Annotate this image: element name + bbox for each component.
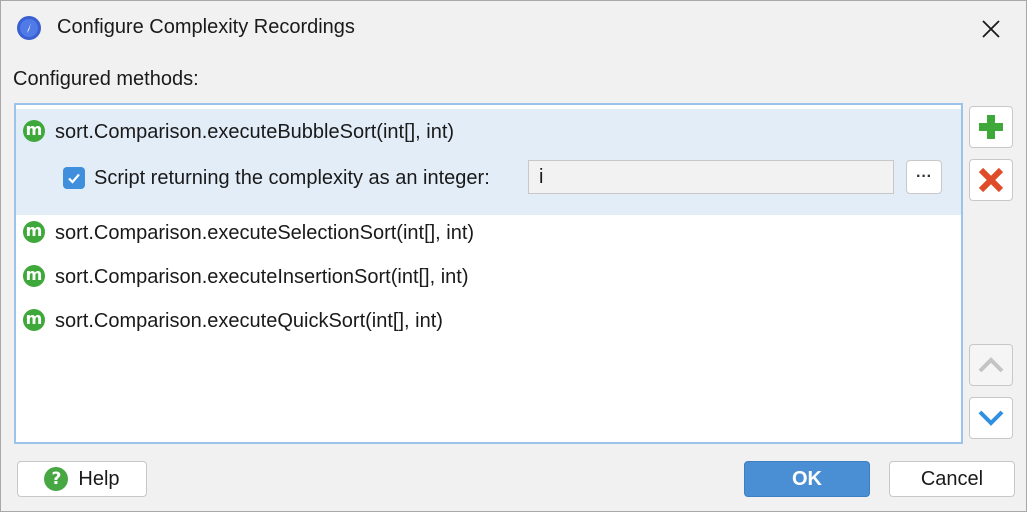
remove-method-button[interactable] (969, 159, 1013, 201)
close-button[interactable] (969, 9, 1013, 49)
script-label: Script returning the complexity as an in… (94, 167, 490, 189)
move-up-button[interactable] (969, 344, 1013, 386)
script-settings: Script returning the complexity as an in… (16, 153, 961, 215)
checkmark-icon (68, 173, 80, 184)
script-input[interactable]: i (528, 160, 894, 194)
window-title: Configure Complexity Recordings (57, 16, 355, 38)
help-button[interactable]: ? Help (17, 461, 147, 497)
title-bar: Configure Complexity Recordings (1, 1, 1026, 57)
list-item-selection-sort[interactable]: m sort.Comparison.executeSelectionSort(i… (16, 210, 961, 254)
script-browse-button[interactable]: ··· (906, 160, 942, 194)
method-icon: m (23, 265, 45, 287)
list-item-label: sort.Comparison.executeSelectionSort(int… (55, 222, 475, 244)
move-down-button[interactable] (969, 397, 1013, 439)
plus-icon (979, 115, 1003, 139)
methods-list[interactable]: m sort.Comparison.executeBubbleSort(int[… (14, 103, 963, 444)
add-method-button[interactable] (969, 106, 1013, 148)
list-item-label: sort.Comparison.executeBubbleSort(int[],… (55, 121, 455, 143)
list-item-insertion-sort[interactable]: m sort.Comparison.executeInsertionSort(i… (16, 254, 961, 298)
chevron-down-icon (978, 410, 1004, 426)
app-compass-icon (17, 16, 41, 40)
script-checkbox[interactable] (63, 167, 85, 189)
method-icon: m (23, 309, 45, 331)
list-item-quick-sort[interactable]: m sort.Comparison.executeQuickSort(int[]… (16, 298, 961, 342)
help-icon: ? (44, 467, 69, 491)
ok-button[interactable]: OK (744, 461, 870, 497)
configured-methods-label: Configured methods: (13, 68, 199, 90)
x-icon (978, 167, 1004, 193)
chevron-up-icon (978, 357, 1004, 373)
list-item-label: sort.Comparison.executeInsertionSort(int… (55, 266, 469, 288)
list-item-bubble-sort[interactable]: m sort.Comparison.executeBubbleSort(int[… (16, 109, 961, 153)
close-icon (982, 20, 1000, 38)
help-label: Help (78, 467, 120, 490)
method-icon: m (23, 120, 45, 142)
method-icon: m (23, 221, 45, 243)
cancel-button[interactable]: Cancel (889, 461, 1015, 497)
dialog-window: Configure Complexity Recordings Configur… (0, 0, 1027, 512)
list-item-label: sort.Comparison.executeQuickSort(int[], … (55, 310, 443, 332)
